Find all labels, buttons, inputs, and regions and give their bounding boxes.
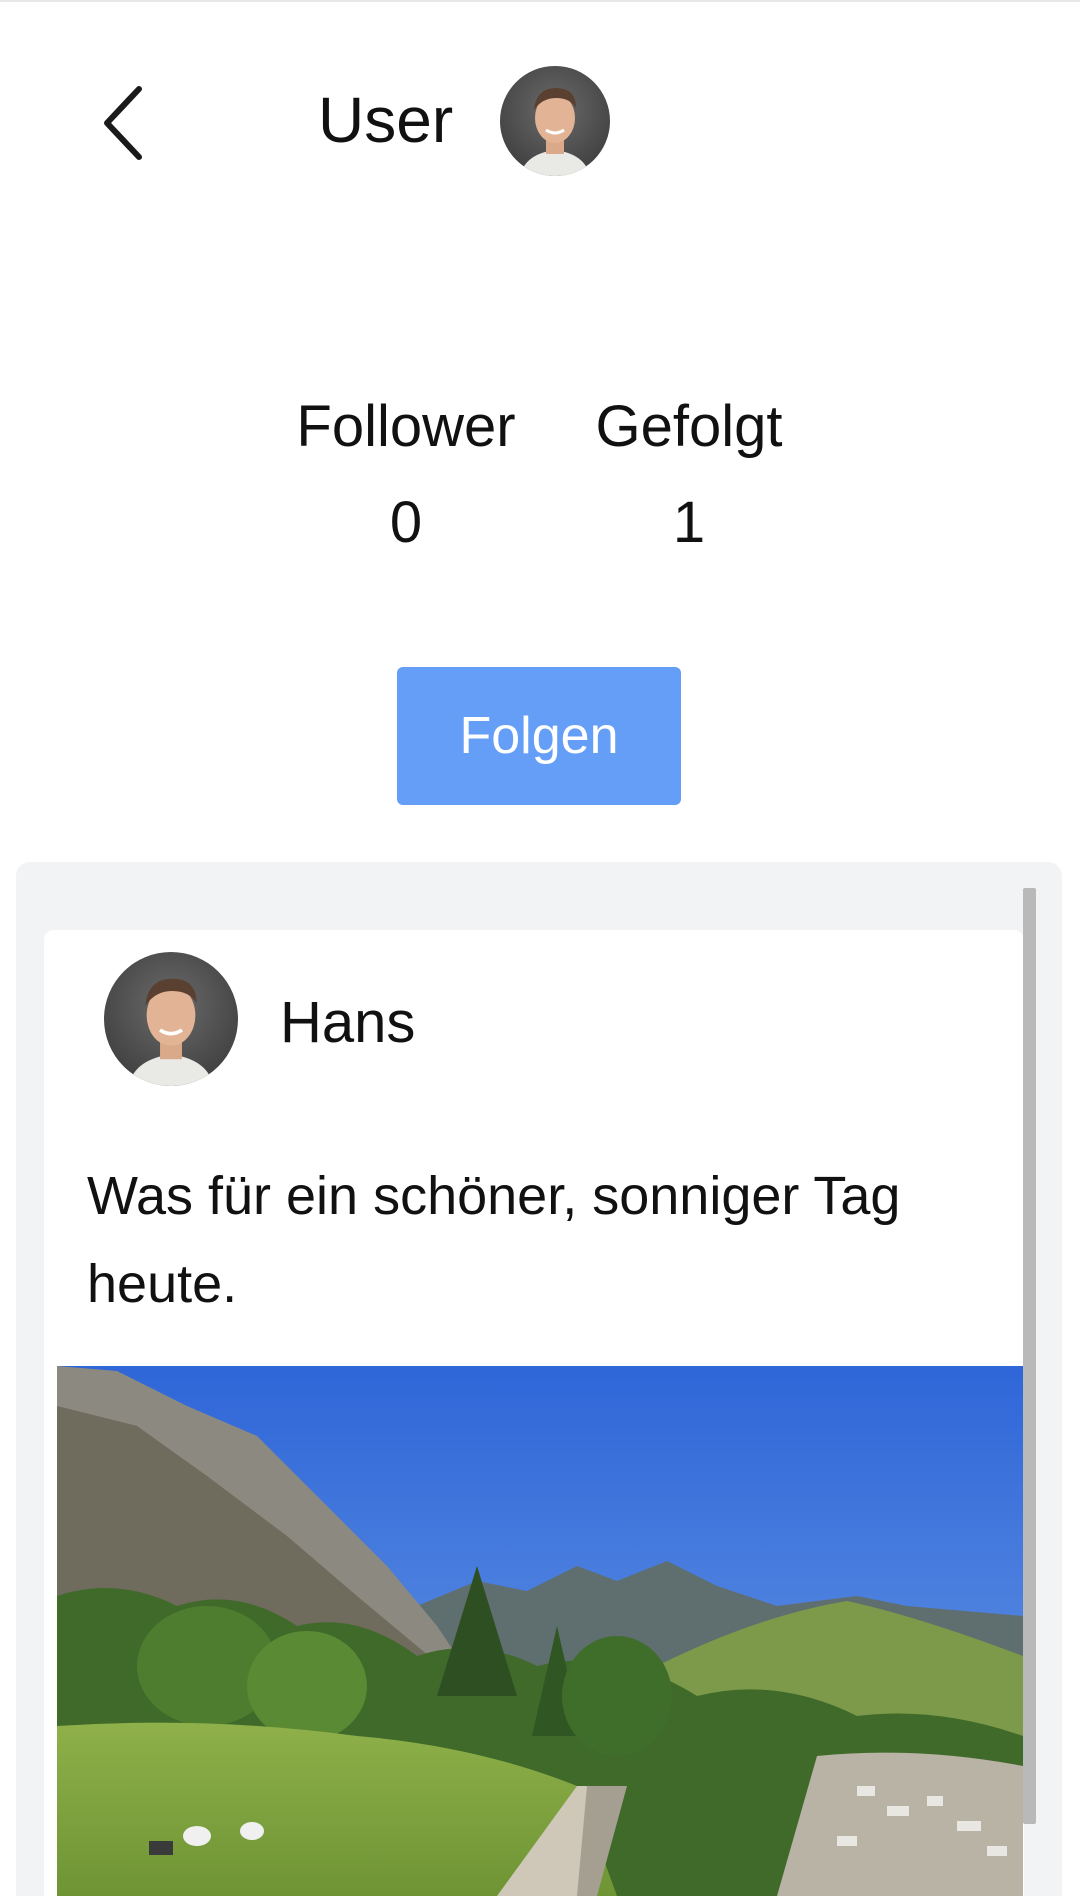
profile-screen: User Follower 0 Gefolgt 1 Folgen Hans Wa… <box>0 0 1080 1896</box>
post-image[interactable] <box>57 1366 1023 1896</box>
user-avatar-icon <box>500 66 610 176</box>
post-author-avatar[interactable] <box>104 952 238 1086</box>
post-author-name[interactable]: Hans <box>280 988 415 1058</box>
user-avatar-icon <box>104 952 238 1086</box>
followers-stat[interactable]: Follower 0 <box>288 392 524 558</box>
follow-button[interactable]: Folgen <box>397 667 681 805</box>
followers-count: 0 <box>389 490 423 555</box>
mountain-landscape-photo <box>57 1366 1023 1896</box>
following-count: 1 <box>672 490 706 555</box>
header-avatar[interactable] <box>500 66 610 176</box>
following-stat[interactable]: Gefolgt 1 <box>580 392 798 558</box>
back-button[interactable] <box>88 78 160 168</box>
following-label: Gefolgt <box>595 394 783 459</box>
post-card[interactable]: Hans Was für ein schöner, sonniger Tag h… <box>44 930 1024 1896</box>
post-text: Was für ein schöner, sonniger Tag heute. <box>87 1166 901 1314</box>
chevron-left-icon <box>104 86 142 160</box>
status-divider <box>0 0 1080 2</box>
page-title: User <box>318 84 454 156</box>
feed-scrollbar[interactable] <box>1023 888 1036 1824</box>
followers-label: Follower <box>296 394 516 459</box>
